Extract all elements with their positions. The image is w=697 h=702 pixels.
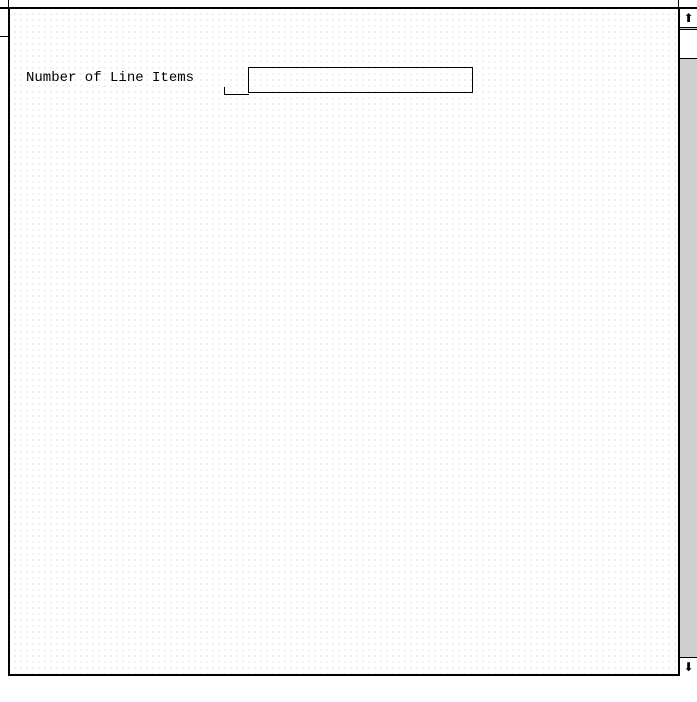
field-connector — [224, 94, 249, 95]
number-of-line-items-field[interactable] — [248, 67, 473, 93]
vertical-scrollbar[interactable]: ⬆ ⬇ — [678, 9, 697, 676]
top-border-tick — [678, 0, 679, 9]
arrow-up-icon: ⬆ — [683, 11, 694, 25]
bottom-border — [8, 674, 680, 676]
arrow-down-icon: ⬇ — [683, 660, 694, 674]
number-of-line-items-label: Number of Line Items — [26, 70, 195, 86]
scroll-down-button[interactable]: ⬇ — [680, 657, 697, 676]
left-border-tick — [0, 36, 9, 37]
form-designer-window: Number of Line Items ⬆ ⬇ — [0, 0, 697, 702]
scroll-thumb[interactable] — [680, 29, 697, 59]
scroll-up-button[interactable]: ⬆ — [680, 9, 697, 28]
design-canvas[interactable]: Number of Line Items — [10, 9, 678, 674]
